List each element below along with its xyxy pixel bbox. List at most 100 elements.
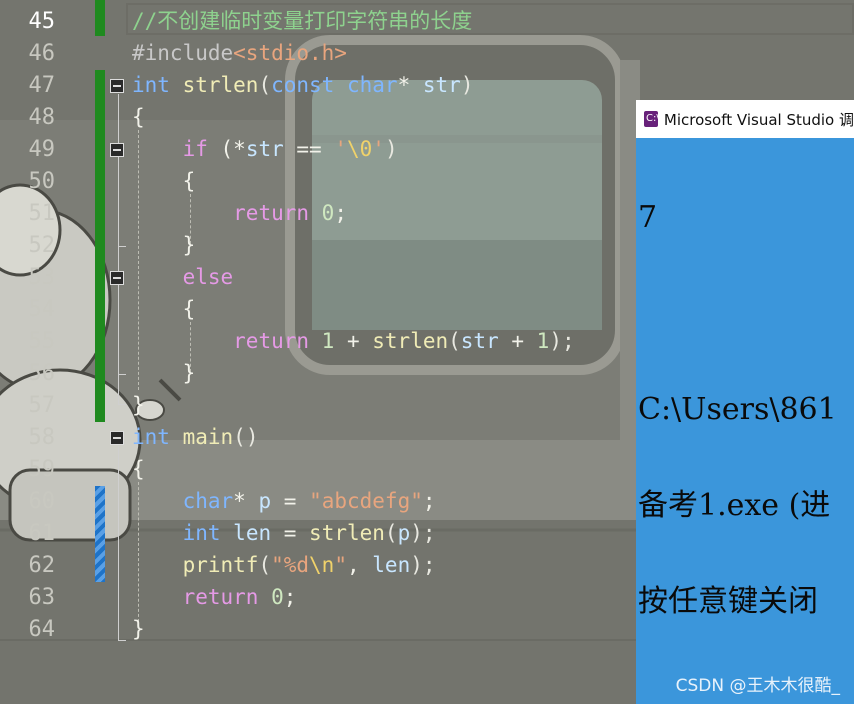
code-line-48[interactable]: { xyxy=(132,101,145,133)
function-name: printf xyxy=(182,553,259,577)
collapse-icon[interactable] xyxy=(110,431,124,445)
keyword: else xyxy=(182,265,234,289)
brace: } xyxy=(132,393,145,417)
variable: p xyxy=(397,521,411,545)
operator: = xyxy=(271,521,310,545)
code-line-57[interactable]: } xyxy=(132,389,145,421)
outline-end xyxy=(118,246,126,247)
line-number: 46 xyxy=(28,41,56,66)
collapse-icon[interactable] xyxy=(110,143,124,157)
string-literal: "%d xyxy=(271,553,310,577)
code-line-50[interactable]: { xyxy=(132,165,196,197)
code-line-47[interactable]: int strlen(const char* str) xyxy=(132,69,473,101)
line-number: 56 xyxy=(28,361,56,386)
code-line-59[interactable]: { xyxy=(132,453,145,485)
console-output[interactable]: 7 C:\Users\861 备考1.exe (进 按任意键关闭 xyxy=(638,138,854,682)
paren: ) xyxy=(460,73,474,97)
code-line-53[interactable]: else xyxy=(132,261,234,293)
line-number: 61 xyxy=(28,521,56,546)
console-output-line: 按任意键关闭 xyxy=(638,584,818,619)
keyword: char xyxy=(182,489,234,513)
code-line-63[interactable]: return 0; xyxy=(132,581,297,613)
line-number: 58 xyxy=(28,425,56,450)
line-number: 48 xyxy=(28,105,56,130)
brace: { xyxy=(132,457,145,481)
code-line-54[interactable]: { xyxy=(132,293,196,325)
escape-sequence: \0 xyxy=(346,137,373,161)
semicolon: ; xyxy=(334,201,347,225)
code-line-64[interactable]: } xyxy=(132,613,145,645)
outline-end xyxy=(118,404,126,405)
preprocessor-directive: #include xyxy=(132,41,234,65)
code-line-49[interactable]: if (*str == '\0') xyxy=(132,133,398,165)
paren: ); xyxy=(410,553,436,577)
paren: ); xyxy=(549,329,575,353)
number-literal: 1 xyxy=(536,329,550,353)
line-number: 51 xyxy=(28,201,56,226)
code-line-46[interactable]: #include<stdio.h> xyxy=(132,37,347,69)
console-window[interactable]: C:\ Microsoft Visual Studio 调 7 C:\Users… xyxy=(636,100,854,704)
char-literal: ' xyxy=(334,137,347,161)
variable: len xyxy=(372,553,411,577)
char-literal: ' xyxy=(372,137,385,161)
line-number: 49 xyxy=(28,137,56,162)
line-number: 57 xyxy=(28,393,56,418)
line-number: 52 xyxy=(28,233,56,258)
code-line-58[interactable]: int main() xyxy=(132,421,258,453)
collapse-icon[interactable] xyxy=(110,271,124,285)
console-titlebar[interactable]: C:\ Microsoft Visual Studio 调 xyxy=(636,100,854,138)
operator: + xyxy=(334,329,373,353)
escape-sequence: \n xyxy=(309,553,335,577)
variable: len xyxy=(233,521,272,545)
code-line-45[interactable]: //不创建临时变量打印字符串的长度 xyxy=(132,5,472,37)
brace: } xyxy=(182,233,196,257)
watermark: CSDN @王木木很酷_ xyxy=(675,676,840,696)
variable: str xyxy=(245,137,284,161)
paren: () xyxy=(233,425,259,449)
outline-line xyxy=(118,94,119,404)
brace: } xyxy=(132,617,145,641)
number-literal: 0 xyxy=(271,585,284,609)
console-output-line: 备考1.exe (进 xyxy=(638,488,831,523)
line-number: 47 xyxy=(28,73,56,98)
number-literal: 1 xyxy=(321,329,335,353)
parameter: str xyxy=(422,73,461,97)
line-number: 55 xyxy=(28,329,56,354)
keyword: int xyxy=(132,73,170,97)
code-editor[interactable]: //不创建临时变量打印字符串的长度 #include<stdio.h> int … xyxy=(132,0,575,672)
collapse-icon[interactable] xyxy=(110,79,124,93)
paren: ) xyxy=(384,137,398,161)
outline-end xyxy=(118,374,126,375)
code-line-61[interactable]: int len = strlen(p); xyxy=(132,517,436,549)
paren: ( xyxy=(258,553,272,577)
code-line-56[interactable]: } xyxy=(132,357,196,389)
operator: = xyxy=(271,489,310,513)
keyword: char xyxy=(346,73,398,97)
change-indicator-unsaved xyxy=(95,486,105,582)
keyword: int xyxy=(182,521,221,545)
paren: ); xyxy=(410,521,436,545)
code-line-52[interactable]: } xyxy=(132,229,196,261)
code-line-55[interactable]: return 1 + strlen(str + 1); xyxy=(132,325,575,357)
console-output-line: 7 xyxy=(638,200,658,235)
keyword: int xyxy=(132,425,170,449)
brace: { xyxy=(132,105,145,129)
console-title: Microsoft Visual Studio 调 xyxy=(663,110,854,129)
line-number-gutter: 45 46 47 48 49 50 51 52 53 54 55 56 57 5… xyxy=(0,0,95,704)
code-line-51[interactable]: return 0; xyxy=(132,197,347,229)
paren: ( xyxy=(448,329,461,353)
code-line-62[interactable]: printf("%d\n", len); xyxy=(132,549,436,581)
operator: (* xyxy=(207,137,246,161)
function-name: strlen xyxy=(372,329,449,353)
keyword: if xyxy=(182,137,208,161)
line-number: 59 xyxy=(28,457,56,482)
line-number: 60 xyxy=(28,489,56,514)
line-number: 53 xyxy=(28,265,56,290)
keyword: return xyxy=(233,329,310,353)
line-number: 63 xyxy=(28,585,56,610)
comment: //不创建临时变量打印字符串的长度 xyxy=(132,9,473,33)
semicolon: ; xyxy=(422,489,436,513)
number-literal: 0 xyxy=(321,201,335,225)
code-line-60[interactable]: char* p = "abcdefg"; xyxy=(132,485,436,517)
